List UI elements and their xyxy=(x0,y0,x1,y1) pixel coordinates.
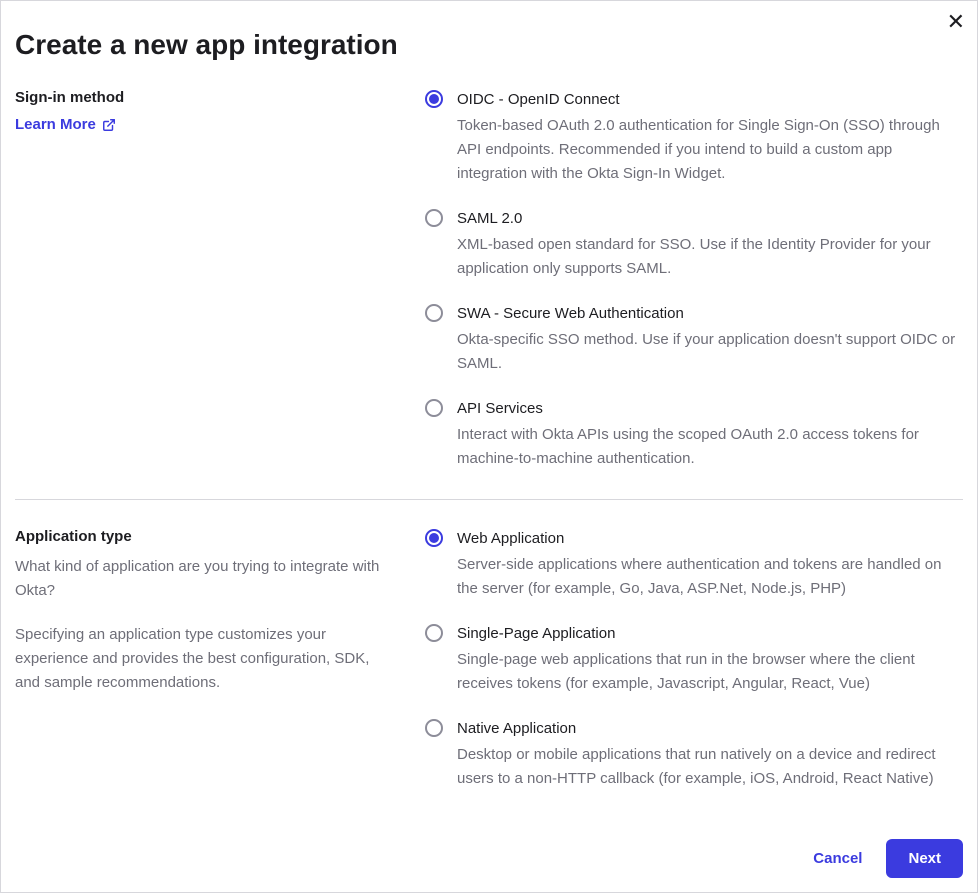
option-title: Web Application xyxy=(457,528,963,549)
option-api-services[interactable]: API Services Interact with Okta APIs usi… xyxy=(425,398,963,471)
option-title: SWA - Secure Web Authentication xyxy=(457,303,963,324)
option-title: Single-Page Application xyxy=(457,623,963,644)
close-icon[interactable]: ✕ xyxy=(947,11,965,33)
option-title: Native Application xyxy=(457,718,963,739)
sign-in-method-heading: Sign-in method xyxy=(15,89,385,106)
application-type-options: Web Application Server-side applications… xyxy=(425,528,963,791)
option-desc: Interact with Okta APIs using the scoped… xyxy=(457,423,963,471)
application-type-heading: Application type xyxy=(15,528,385,545)
learn-more-link[interactable]: Learn More xyxy=(15,116,116,133)
sign-in-method-options: OIDC - OpenID Connect Token-based OAuth … xyxy=(425,89,963,471)
modal-title: Create a new app integration xyxy=(15,29,963,61)
cancel-button[interactable]: Cancel xyxy=(809,840,866,877)
radio-oidc[interactable] xyxy=(425,90,443,108)
option-saml[interactable]: SAML 2.0 XML-based open standard for SSO… xyxy=(425,208,963,281)
radio-api-services[interactable] xyxy=(425,399,443,417)
application-type-sub1: What kind of application are you trying … xyxy=(15,555,385,603)
option-desc: XML-based open standard for SSO. Use if … xyxy=(457,233,963,281)
radio-web-application[interactable] xyxy=(425,529,443,547)
option-web-application[interactable]: Web Application Server-side applications… xyxy=(425,528,963,601)
create-app-integration-modal: ✕ Create a new app integration Sign-in m… xyxy=(0,0,978,893)
option-desc: Single-page web applications that run in… xyxy=(457,648,963,696)
radio-swa[interactable] xyxy=(425,304,443,322)
modal-footer: Cancel Next xyxy=(15,819,963,878)
radio-single-page-application[interactable] xyxy=(425,624,443,642)
option-desc: Desktop or mobile applications that run … xyxy=(457,743,963,791)
option-desc: Token-based OAuth 2.0 authentication for… xyxy=(457,114,963,186)
option-swa[interactable]: SWA - Secure Web Authentication Okta-spe… xyxy=(425,303,963,376)
option-desc: Server-side applications where authentic… xyxy=(457,553,963,601)
option-single-page-application[interactable]: Single-Page Application Single-page web … xyxy=(425,623,963,696)
radio-saml[interactable] xyxy=(425,209,443,227)
radio-native-application[interactable] xyxy=(425,719,443,737)
next-button[interactable]: Next xyxy=(886,839,963,878)
option-desc: Okta-specific SSO method. Use if your ap… xyxy=(457,328,963,376)
section-sign-in-method: Sign-in method Learn More OIDC - OpenID … xyxy=(15,89,963,499)
application-type-sub2: Specifying an application type customize… xyxy=(15,623,385,695)
option-title: API Services xyxy=(457,398,963,419)
external-link-icon xyxy=(102,118,116,132)
section-application-type: Application type What kind of applicatio… xyxy=(15,499,963,819)
option-oidc[interactable]: OIDC - OpenID Connect Token-based OAuth … xyxy=(425,89,963,186)
option-title: OIDC - OpenID Connect xyxy=(457,89,963,110)
option-title: SAML 2.0 xyxy=(457,208,963,229)
learn-more-label: Learn More xyxy=(15,116,96,133)
option-native-application[interactable]: Native Application Desktop or mobile app… xyxy=(425,718,963,791)
